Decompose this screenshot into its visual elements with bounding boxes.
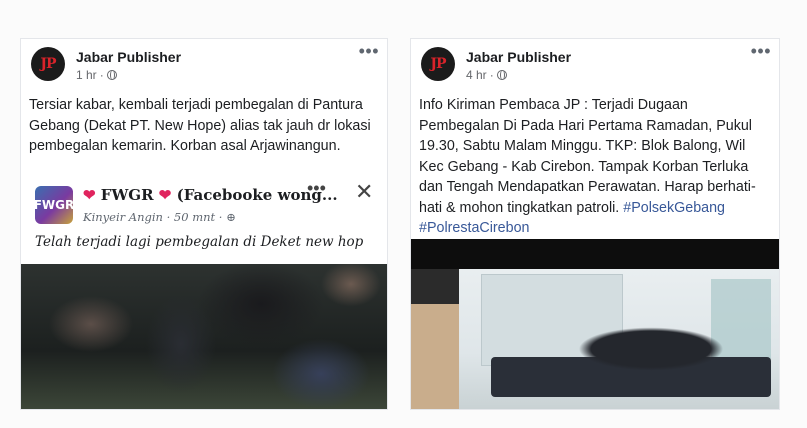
- hashtag-link[interactable]: #PolrestaCirebon: [419, 220, 529, 236]
- hashtag-link[interactable]: #PolsekGebang: [623, 200, 725, 216]
- page-logo: JP: [430, 56, 446, 72]
- post-meta: 4 hr ·: [466, 68, 507, 82]
- victim-photo: [411, 269, 779, 409]
- group-avatar-text: FWGR: [33, 198, 75, 212]
- screenshot-caption: Telah terjadi lagi pembegalan di Deket n…: [35, 234, 364, 250]
- post-author[interactable]: Jabar Publisher: [466, 49, 571, 65]
- incident-photo: [21, 264, 387, 409]
- embedded-screenshot-header: FWGR ❤ FWGR ❤ (Facebooke wong... ••• ✕ K…: [21, 182, 387, 264]
- screenshot-close-icon: ✕: [355, 182, 374, 204]
- post-image[interactable]: FWGR ❤ FWGR ❤ (Facebooke wong... ••• ✕ K…: [21, 182, 387, 409]
- page-logo: JP: [40, 56, 56, 72]
- post-time[interactable]: 1 hr: [76, 68, 97, 82]
- more-options-icon[interactable]: •••: [751, 41, 771, 62]
- screenshot-more-icon: •••: [307, 182, 326, 198]
- post-meta: 1 hr ·: [76, 68, 117, 82]
- post-image[interactable]: [411, 239, 779, 409]
- globe-icon: [496, 70, 507, 80]
- globe-icon: [106, 70, 117, 80]
- page-avatar[interactable]: JP: [421, 47, 455, 81]
- post-author[interactable]: Jabar Publisher: [76, 49, 181, 65]
- post-text: Info Kiriman Pembaca JP : Terjadi Dugaan…: [419, 95, 771, 239]
- group-avatar: FWGR: [33, 186, 75, 224]
- post-text: Tersiar kabar, kembali terjadi pembegala…: [29, 97, 371, 154]
- post-time[interactable]: 4 hr: [466, 68, 487, 82]
- heart-icon: ❤: [158, 186, 172, 204]
- post-body: Info Kiriman Pembaca JP : Terjadi Dugaan…: [419, 97, 756, 216]
- post-card-2: JP Jabar Publisher 4 hr · ••• Info Kirim…: [410, 38, 780, 410]
- page-avatar[interactable]: JP: [31, 47, 65, 81]
- screenshot-meta: Kinyeir Angin · 50 mnt · ⊕: [83, 210, 236, 224]
- more-options-icon[interactable]: •••: [359, 41, 379, 62]
- group-name: ❤ FWGR ❤ (Facebooke wong...: [83, 186, 338, 204]
- post-card-1: JP Jabar Publisher 1 hr · ••• Tersiar ka…: [20, 38, 388, 410]
- heart-icon: ❤: [83, 186, 96, 204]
